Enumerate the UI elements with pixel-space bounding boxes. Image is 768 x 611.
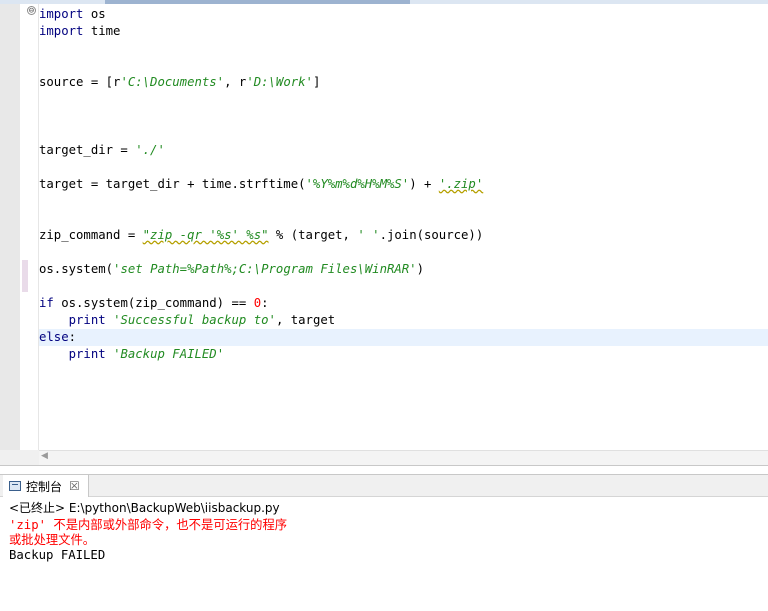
code-token: zip_command = (39, 228, 143, 242)
code-line[interactable] (39, 193, 768, 210)
number-token: 0 (253, 296, 262, 310)
code-line[interactable]: import os (39, 6, 768, 23)
code-line[interactable]: zip_command = "zip -qr '%s' %s" % (targe… (39, 227, 768, 244)
code-token: ) (416, 262, 424, 276)
code-line[interactable]: os.system('set Path=%Path%;C:\Program Fi… (39, 261, 768, 278)
console-process-status: <已终止> E:\python\BackupWeb\iisbackup.py (9, 501, 280, 515)
string-token: 'C:\Documents' (120, 75, 225, 89)
code-line[interactable]: import time (39, 23, 768, 40)
code-line[interactable] (39, 40, 768, 57)
code-token: source = [r (39, 75, 121, 89)
left-ruler (0, 4, 20, 450)
string-token: 'Successful backup to' (113, 313, 276, 327)
scroll-left-arrow-icon[interactable]: ◀ (41, 451, 48, 461)
console-output[interactable]: 'zip' 不是内部或外部命令，也不是可运行的程序 或批处理文件。 Backup F… (9, 518, 759, 563)
keyword-token: print (68, 313, 106, 327)
code-line[interactable]: else: (39, 329, 768, 346)
horizontal-scrollbar[interactable]: ◀ (39, 450, 768, 465)
code-token: os.system( (39, 262, 114, 276)
console-tab-label: 控制台 (26, 479, 63, 494)
console-error-line: 'zip' 不是内部或外部命令，也不是可运行的程序 (9, 518, 288, 532)
tab-console[interactable]: 控制台 ☒ (3, 475, 89, 497)
code-token: ) + (409, 177, 439, 191)
code-line[interactable]: print 'Backup FAILED' (39, 346, 768, 363)
keyword-token: import (39, 24, 84, 38)
code-token: , r (224, 75, 247, 89)
string-token: '.zip' (438, 177, 484, 191)
string-token: '%Y%m%d%H%M%S' (305, 177, 410, 191)
code-line[interactable]: if os.system(zip_command) == 0: (39, 295, 768, 312)
code-token: , target (275, 313, 336, 327)
change-marker (22, 260, 28, 292)
code-token: time (83, 24, 121, 38)
code-editor[interactable]: ⊖ import os import time source = [r'C:\Doc… (0, 0, 768, 466)
string-token: "zip -qr '%s' %s" (142, 228, 269, 242)
code-token: : (68, 330, 77, 344)
code-line[interactable]: print 'Successful backup to', target (39, 312, 768, 329)
console-output-line: Backup FAILED (9, 548, 106, 562)
code-line[interactable]: target = target_dir + time.strftime('%Y%… (39, 176, 768, 193)
code-line[interactable]: source = [r'C:\Documents', r'D:\Work'] (39, 74, 768, 91)
code-token: target_dir = (39, 143, 136, 157)
code-line[interactable] (39, 108, 768, 125)
keyword-token: import (39, 7, 84, 21)
string-token: 'set Path=%Path%;C:\Program Files\WinRAR… (113, 262, 417, 276)
keyword-token: else (39, 330, 69, 344)
code-token: .join(source)) (379, 228, 484, 242)
code-line[interactable] (39, 91, 768, 108)
keyword-token: print (68, 347, 106, 361)
console-error-line: 或批处理文件。 (9, 533, 96, 547)
code-token: os (83, 7, 106, 21)
line-ruler[interactable] (20, 4, 39, 450)
code-line[interactable] (39, 125, 768, 142)
console-icon (9, 481, 21, 491)
code-text-area[interactable]: import os import time source = [r'C:\Docum… (39, 4, 768, 450)
string-token: 'D:\Work' (246, 75, 313, 89)
collapse-fold-icon[interactable]: ⊖ (27, 6, 36, 16)
code-token: os.system(zip_command) == (53, 296, 254, 310)
close-icon[interactable]: ☒ (69, 479, 80, 493)
code-token: % (target, (268, 228, 358, 242)
string-token: ' ' (357, 228, 380, 242)
code-line[interactable]: target_dir = './' (39, 142, 768, 159)
code-token: : (261, 296, 269, 310)
code-line[interactable] (39, 278, 768, 295)
console-view-header: 控制台 ☒ (0, 474, 768, 497)
code-line[interactable] (39, 57, 768, 74)
code-line[interactable] (39, 210, 768, 227)
keyword-token: if (39, 296, 54, 310)
code-line[interactable] (39, 244, 768, 261)
code-line[interactable] (39, 159, 768, 176)
code-token: target = target_dir + time.strftime( (39, 177, 306, 191)
code-token: ] (312, 75, 321, 89)
string-token: 'Backup FAILED' (113, 347, 225, 361)
string-token: './' (135, 143, 165, 157)
